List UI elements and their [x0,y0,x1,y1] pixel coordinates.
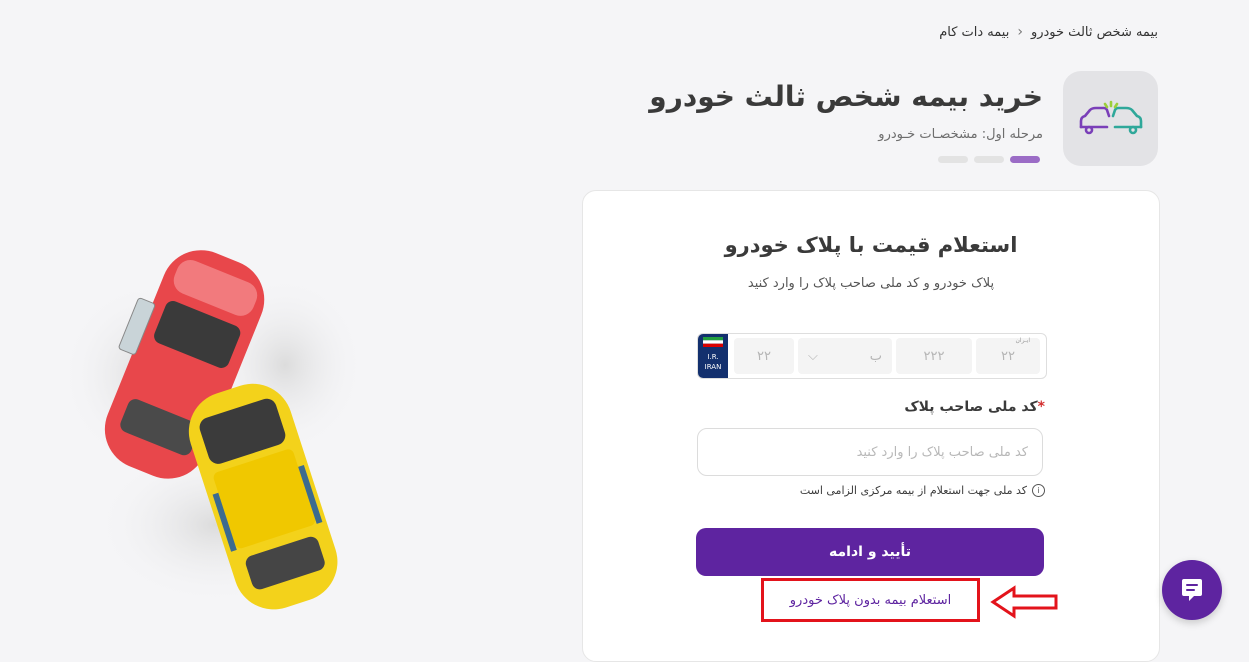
plate-region-caption: ایـران [1015,337,1030,344]
step-indicator-1 [1010,156,1040,163]
flag-text-bottom: IRAN [704,363,722,371]
breadcrumb: بیمه دات کام ‹ بیمه شخص ثالث خودرو [939,24,1158,40]
chevron-left-icon: ‹ [1017,24,1023,40]
plate-field-2[interactable]: ۲۲۲ [896,338,972,374]
plate-field-3[interactable]: ایـران ۲۲ [976,337,1040,374]
inquiry-without-plate-link[interactable]: استعلام بیمه بدون پلاک خودرو [761,578,980,622]
license-plate-input: I.R. IRAN ۲۲ ⌵ ب ۲۲۲ ایـران ۲۲ [697,333,1047,379]
breadcrumb-home[interactable]: بیمه دات کام [939,25,1009,40]
step-indicator-3 [938,156,968,163]
required-mark: * [1037,399,1045,415]
hint-text: کد ملی جهت استعلام از بیمه مرکزی الزامی … [799,484,1027,497]
car-crash-illustration [55,225,385,625]
inquiry-card: استعلام قیمت با پلاک خودرو پلاک خودرو و … [582,190,1160,662]
chat-icon [1182,579,1202,601]
step-progress [938,156,1040,163]
form-subtitle: پلاک خودرو و کد ملی صاحب پلاک را وارد کن… [747,276,995,291]
national-id-label-text: کد ملی صاحب پلاک [904,399,1038,415]
page-title: خرید بیمه شخص ثالث خودرو [649,80,1043,113]
confirm-continue-button[interactable]: تأیید و ادامه [696,528,1044,576]
chat-button[interactable] [1162,560,1222,620]
plate-field-1[interactable]: ۲۲ [734,338,794,374]
plate-field-3-placeholder: ۲۲ [1001,348,1015,364]
iran-flag-badge: I.R. IRAN [698,334,728,378]
info-icon: i [1032,484,1045,497]
national-id-input[interactable] [697,428,1043,476]
flag-text-top: I.R. [707,353,719,361]
chevron-down-icon: ⌵ [808,348,818,364]
arrow-left-icon [990,585,1058,619]
iran-flag-icon [703,337,723,347]
plate-letter-select[interactable]: ⌵ ب [798,338,892,374]
form-title: استعلام قیمت با پلاک خودرو [724,233,1018,257]
national-id-label: *کد ملی صاحب پلاک [904,399,1045,415]
step-indicator-2 [974,156,1004,163]
breadcrumb-current: بیمه شخص ثالث خودرو [1030,24,1158,40]
plate-letter-value: ب [869,348,882,364]
national-id-hint: i کد ملی جهت استعلام از بیمه مرکزی الزام… [800,484,1045,497]
step-label: مرحله اول: مشخصـات خـودرو [878,127,1043,142]
car-collision-icon [1063,71,1158,166]
